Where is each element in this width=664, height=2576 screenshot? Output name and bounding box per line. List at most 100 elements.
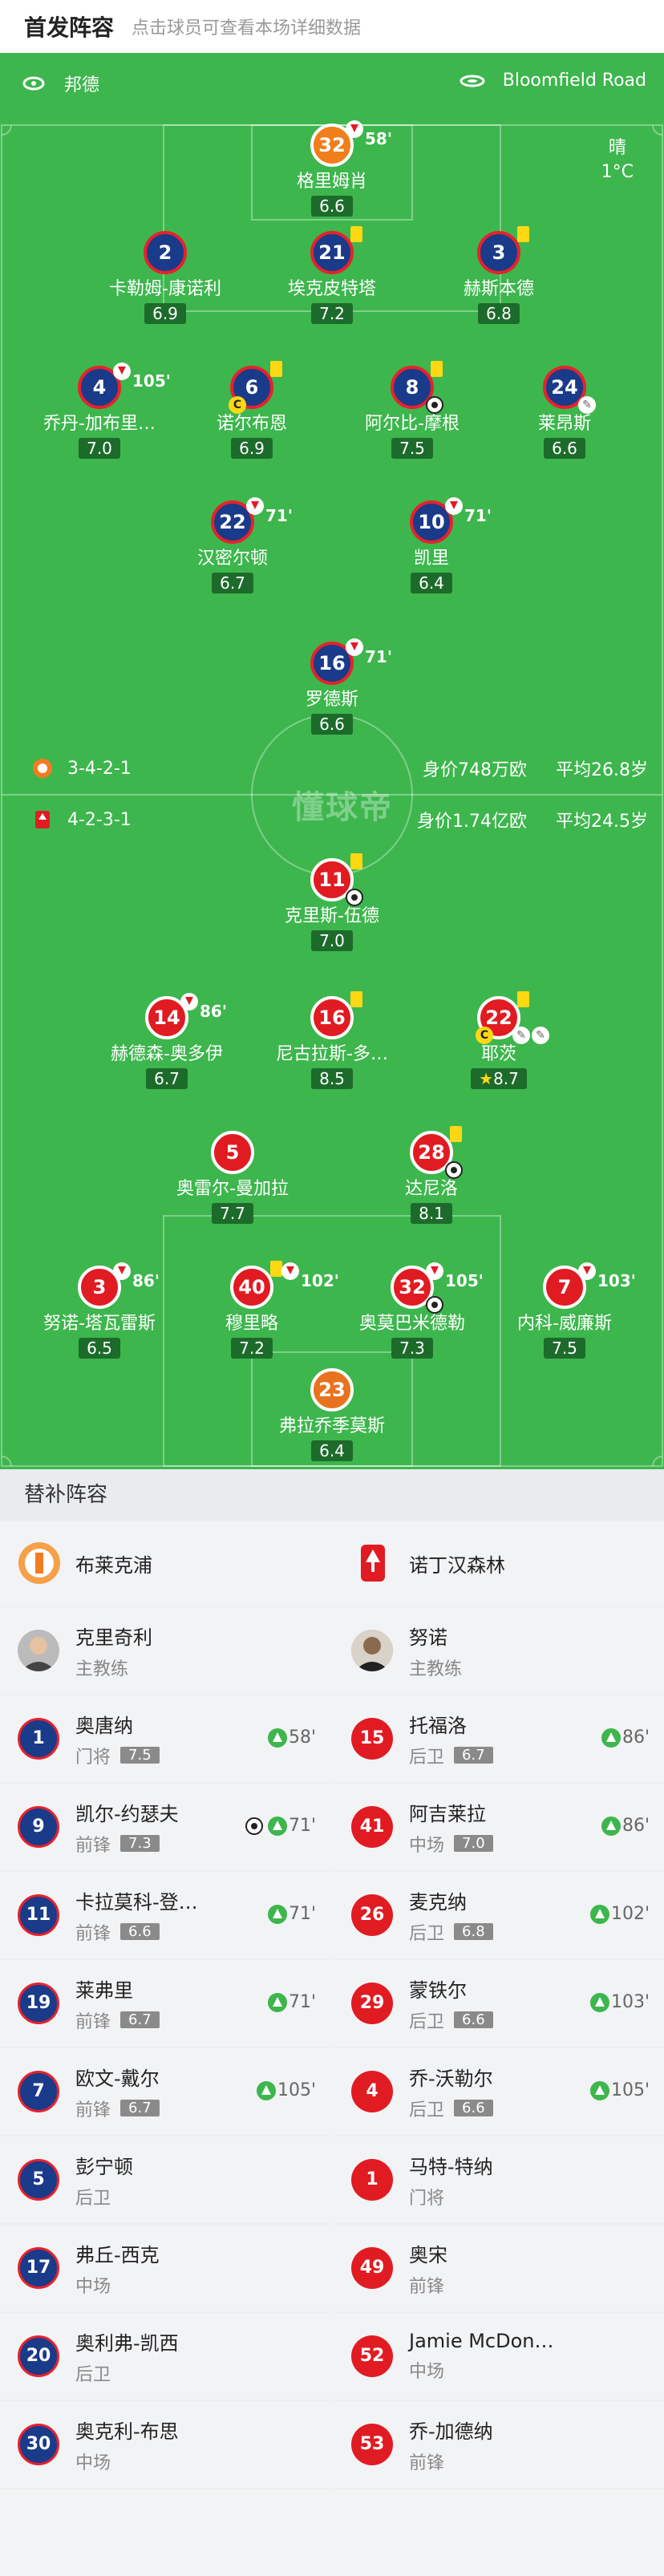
list-item[interactable]: 20 奥利弗-凯西 后卫 (0, 2313, 330, 2401)
sub-on-icon (267, 1992, 287, 2012)
player-number: 6 (245, 376, 259, 399)
player-name: 蒙铁尔 (409, 1979, 467, 2002)
player-away-22[interactable]: 22 C ✎ ✎ 耶茨 ★8.7 (403, 991, 595, 1089)
list-item[interactable]: 1 马特-特纳 门将 (334, 2137, 664, 2225)
player-number: 4 (351, 2071, 393, 2112)
sub-time: 71' (464, 506, 492, 525)
list-item[interactable]: 1 奥唐纳 门将 7.5 58' (0, 1695, 330, 1784)
list-item[interactable]: 41 阿吉莱拉 中场 7.0 86' (334, 1784, 664, 1872)
player-position: 前锋 (75, 1923, 111, 1944)
player-number: 29 (351, 1983, 393, 2024)
player-name: 奥宋 (409, 2243, 447, 2266)
player-home-21[interactable]: 21 埃克皮特塔 7.2 (236, 226, 428, 324)
right-team-header[interactable]: 诺丁汉森林 (334, 1521, 664, 1607)
player-position: 前锋 (75, 2011, 111, 2032)
player-number: 10 (418, 511, 445, 533)
list-item[interactable]: 30 奥克利-布思 中场 (0, 2401, 330, 2489)
list-item[interactable]: 5 彭宁顿 后卫 (0, 2137, 330, 2225)
player-name: 格里姆肖 (296, 172, 367, 192)
list-item[interactable]: 53 乔-加德纳 前锋 (334, 2401, 664, 2489)
pitch: 邦德 Bloomfield Road 晴 1°C 懂球帝 3-4-2-1 身价7… (0, 53, 664, 1469)
stadium: Bloomfield Road (458, 71, 646, 91)
list-item[interactable]: 9 凯尔-约瑟夫 前锋 7.3 71' (0, 1784, 330, 1872)
blackpool-badge-icon (33, 759, 52, 778)
yellow-card-icon (350, 991, 362, 1007)
goal-icon (346, 889, 363, 906)
coach-row[interactable]: 努诺 主教练 (334, 1607, 664, 1695)
sub-time: 71' (365, 647, 392, 666)
list-item[interactable]: 11 卡拉莫科-登… 前锋 6.6 71' (0, 1872, 330, 1960)
coach-role: 主教练 (409, 1659, 463, 1679)
coach-avatar (351, 1630, 393, 1671)
player-position: 中场 (409, 2362, 445, 2382)
player-number: 4 (92, 376, 107, 399)
home-venue: 邦德 (19, 71, 99, 96)
forest-badge-icon (35, 811, 50, 828)
list-item[interactable]: 19 莱弗里 前锋 6.7 71' (0, 1960, 330, 2048)
page-title: 首发阵容 (24, 14, 115, 41)
yellow-card-icon (270, 1261, 282, 1277)
yellow-card-icon (517, 226, 529, 242)
away-summary: 4-2-3-1 身价1.74亿欧 平均24.5岁 (32, 807, 648, 832)
captain-icon: C (229, 396, 246, 414)
player-home-16[interactable]: 16 71' 罗德斯 6.6 (236, 638, 428, 735)
sub-on-icon (589, 1904, 609, 1924)
player-number: 17 (18, 2247, 59, 2289)
player-name: 奥雷尔-曼加拉 (176, 1179, 289, 1199)
player-number: 1 (351, 2159, 393, 2201)
player-name: 彭宁顿 (75, 2155, 133, 2178)
player-name: 罗德斯 (305, 690, 358, 710)
player-away-14[interactable]: 14 86' 赫德森-奥多伊 6.7 (71, 993, 263, 1089)
sub-time: 103' (610, 1992, 650, 2012)
player-home-2[interactable]: 2 卡勒姆-康诺利 6.9 (69, 231, 261, 324)
list-item[interactable]: 17 弗丘-西克 中场 (0, 2225, 330, 2313)
player-position: 前锋 (75, 2100, 111, 2120)
goal-icon (245, 1817, 263, 1835)
coach-row[interactable]: 克里奇利 主教练 (0, 1607, 330, 1695)
player-number: 23 (318, 1379, 346, 1401)
player-home-3[interactable]: 3 赫斯本德 6.8 (403, 226, 595, 324)
list-item[interactable]: 4 乔-沃勒尔 后卫 6.6 105' (334, 2048, 664, 2137)
player-name: 马特-特纳 (409, 2155, 493, 2178)
player-number: 16 (318, 652, 346, 674)
list-item[interactable]: 15 托福洛 后卫 6.7 86' (334, 1695, 664, 1784)
left-team-header[interactable]: 布莱克浦 (0, 1521, 330, 1607)
player-number: 9 (18, 1806, 59, 1848)
player-away-11[interactable]: 11 克里斯-伍德 7.0 (236, 853, 428, 951)
assist-icon: ✎ (578, 396, 596, 414)
list-item[interactable]: 49 奥宋 前锋 (334, 2225, 664, 2313)
list-item[interactable]: 52 Jamie McDon… 中场 (334, 2313, 664, 2401)
player-number: 32 (399, 1276, 426, 1298)
player-number: 11 (318, 869, 346, 891)
sub-on-icon (256, 2080, 276, 2100)
player-rating: 6.6 (311, 714, 353, 735)
list-item[interactable]: 26 麦克纳 后卫 6.8 102' (334, 1872, 664, 1960)
player-home-24[interactable]: 24 ✎ 莱昂斯 6.6 (468, 366, 661, 459)
player-home-gk[interactable]: 32 58' 格里姆肖 6.6 (236, 120, 428, 217)
player-name: 莱昂斯 (537, 414, 591, 434)
coach-name: 克里奇利 (75, 1626, 152, 1649)
player-position: 后卫 (409, 1923, 445, 1944)
player-home-10[interactable]: 10 71' 凯里 6.4 (335, 497, 528, 593)
player-home-22[interactable]: 22 71' 汉密尔顿 6.7 (136, 497, 329, 593)
player-name: 尼古拉斯-多… (276, 1044, 388, 1064)
player-name: 卡勒姆-康诺利 (109, 279, 221, 299)
away-formation: 4-2-3-1 (67, 809, 132, 830)
player-away-7[interactable]: 7 103' 内科-威廉斯 7.5 (468, 1262, 661, 1359)
player-rating: 6.9 (144, 303, 186, 324)
sub-off-icon (113, 1262, 131, 1280)
forest-logo-icon (361, 1545, 385, 1582)
left-team-subs: 布莱克浦 克里奇利 主教练 1 奥唐纳 门将 7.5 58' 9 凯尔-约瑟夫 前… (0, 1521, 330, 2489)
player-away-5[interactable]: 5 奥雷尔-曼加拉 7.7 (136, 1131, 329, 1224)
player-away-28[interactable]: 28 达尼洛 8.1 (335, 1126, 528, 1224)
player-position: 后卫 (75, 2364, 111, 2385)
player-number: 21 (318, 241, 346, 264)
list-item[interactable]: 29 蒙铁尔 后卫 6.6 103' (334, 1960, 664, 2048)
player-away-16[interactable]: 16 尼古拉斯-多… 8.5 (236, 991, 428, 1089)
player-away-gk[interactable]: 23 弗拉乔季莫斯 6.4 (236, 1368, 428, 1461)
player-rating: 6.8 (478, 303, 520, 324)
away-value: 身价1.74亿欧 (417, 812, 527, 832)
list-item[interactable]: 7 欧文-戴尔 前锋 6.7 105' (0, 2048, 330, 2137)
player-rating: 6.5 (79, 1338, 120, 1359)
stadium-name: Bloomfield Road (502, 71, 646, 91)
